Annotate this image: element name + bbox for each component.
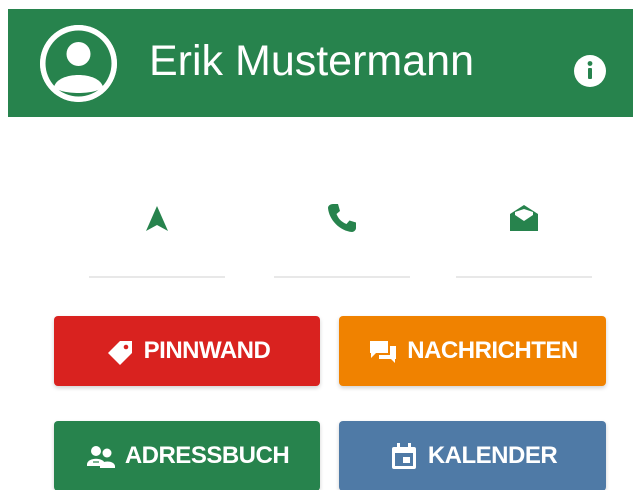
adressbuch-label: ADRESSBUCH <box>124 442 290 469</box>
adressbuch-button[interactable]: ADRESSBUCH <box>54 421 320 490</box>
contact-name: Erik Mustermann <box>149 37 474 85</box>
divider <box>274 276 410 278</box>
contacts-icon <box>85 440 117 472</box>
pinnwand-button[interactable]: PINNWAND <box>54 316 320 386</box>
nachrichten-label: NACHRICHTEN <box>407 337 578 364</box>
contact-detail-page: Erik Mustermann PINNWAND NACHRICHTEN ADR… <box>0 0 633 490</box>
pinnwand-label: PINNWAND <box>143 337 271 364</box>
calendar-icon <box>388 440 420 472</box>
contact-header: Erik Mustermann <box>8 9 633 117</box>
info-icon[interactable] <box>573 54 607 88</box>
kalender-button[interactable]: KALENDER <box>339 421 606 490</box>
call-button[interactable] <box>274 178 410 278</box>
nachrichten-button[interactable]: NACHRICHTEN <box>339 316 606 386</box>
email-button[interactable] <box>456 178 592 278</box>
avatar-icon <box>40 25 117 102</box>
navigate-button[interactable] <box>89 178 225 278</box>
open-envelope-icon <box>506 200 542 236</box>
phone-icon <box>324 200 360 236</box>
divider <box>89 276 225 278</box>
kalender-label: KALENDER <box>427 442 558 469</box>
tag-icon <box>104 335 136 367</box>
chat-bubbles-icon <box>367 335 399 367</box>
navigation-arrow-icon <box>139 200 175 236</box>
divider <box>456 276 592 278</box>
